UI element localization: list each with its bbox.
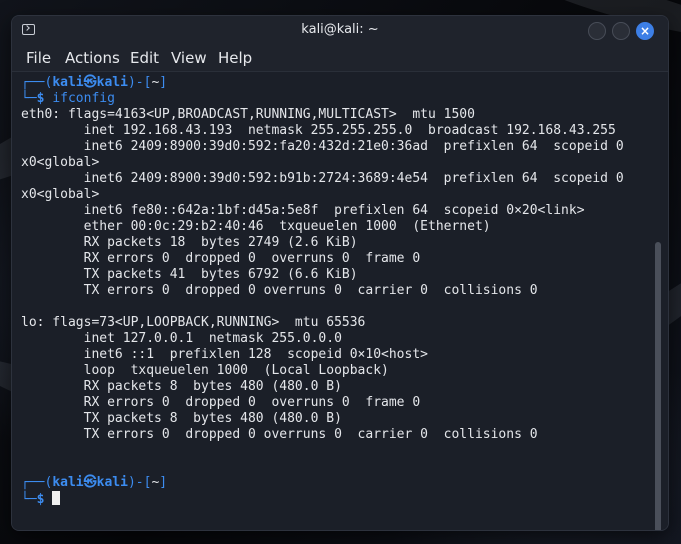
scrollbar[interactable] [655, 242, 661, 530]
prompt-at-symbol: ㉿ [83, 75, 97, 90]
output-line: RX errors 0 dropped 0 overruns 0 frame 0 [21, 395, 421, 410]
menu-view[interactable]: View [171, 49, 207, 67]
output-line: x0<global> [21, 187, 100, 202]
output-line: lo: flags=73<UP,LOOPBACK,RUNNING> mtu 65… [21, 315, 366, 330]
prompt-frame-bottom: └─ [21, 492, 37, 507]
menu-bar: File Actions Edit View Help [12, 44, 668, 72]
output-line: RX errors 0 dropped 0 overruns 0 frame 0 [21, 251, 421, 266]
output-line: x0<global> [21, 155, 100, 170]
prompt-user: kali [52, 475, 84, 490]
output-line: inet 127.0.0.1 netmask 255.0.0.0 [21, 331, 342, 346]
terminal-output: ┌──(kali㉿kali)-[~] └─$ ifconfig eth0: fl… [21, 75, 624, 508]
menu-edit[interactable]: Edit [130, 49, 159, 67]
prompt-frame-bottom: └─ [21, 91, 37, 106]
output-line: TX packets 41 bytes 6792 (6.6 KiB) [21, 267, 358, 282]
typed-command: ifconfig [52, 91, 115, 106]
output-line: inet6 fe80::642a:1bf:d45a:5e8f prefixlen… [21, 203, 585, 218]
terminal-area[interactable]: ┌──(kali㉿kali)-[~] └─$ ifconfig eth0: fl… [12, 72, 668, 530]
output-line: loop txqueuelen 1000 (Local Loopback) [21, 363, 389, 378]
output-line: TX errors 0 dropped 0 overruns 0 carrier… [21, 283, 538, 298]
menu-actions[interactable]: Actions [65, 49, 120, 67]
output-line: eth0: flags=4163<UP,BROADCAST,RUNNING,MU… [21, 107, 475, 122]
prompt-frame-top: ┌──( [21, 75, 53, 90]
prompt-frame-end: ] [159, 75, 168, 90]
prompt-user: kali [52, 75, 84, 90]
prompt-frame-top: ┌──( [21, 475, 53, 490]
prompt-dollar: $ [36, 492, 45, 507]
prompt-frame-end: ] [159, 475, 168, 490]
output-line: TX packets 8 bytes 480 (480.0 B) [21, 411, 342, 426]
output-line: inet6 2409:8900:39d0:592:b91b:2724:3689:… [21, 171, 624, 186]
terminal-window: kali@kali: ~ × File Actions Edit View He… [12, 16, 668, 530]
prompt-host: kali [96, 75, 128, 90]
output-line: inet 192.168.43.193 netmask 255.255.255.… [21, 123, 616, 138]
output-line: inet6 ::1 prefixlen 128 scopeid 0×10<hos… [21, 347, 428, 362]
title-bar[interactable]: kali@kali: ~ × [12, 16, 668, 44]
prompt-frame-mid: )-[ [127, 75, 152, 90]
prompt-frame-mid: )-[ [127, 475, 152, 490]
close-icon: × [639, 24, 651, 38]
maximize-button[interactable] [612, 22, 630, 40]
prompt-dollar: $ [36, 91, 45, 106]
output-line: inet6 2409:8900:39d0:592:fa20:432d:21e0:… [21, 139, 624, 154]
minimize-button[interactable] [588, 22, 606, 40]
output-line: RX packets 18 bytes 2749 (2.6 KiB) [21, 235, 358, 250]
close-button[interactable]: × [636, 22, 654, 40]
output-line: TX errors 0 dropped 0 overruns 0 carrier… [21, 427, 538, 442]
output-line: RX packets 8 bytes 480 (480.0 B) [21, 379, 342, 394]
text-cursor[interactable] [52, 491, 61, 505]
menu-file[interactable]: File [26, 49, 51, 67]
prompt-host: kali [96, 475, 128, 490]
window-title: kali@kali: ~ [301, 22, 379, 37]
menu-help[interactable]: Help [218, 49, 252, 67]
output-line: ether 00:0c:29:b2:40:46 txqueuelen 1000 … [21, 219, 491, 234]
prompt-at-symbol: ㉿ [83, 475, 97, 490]
